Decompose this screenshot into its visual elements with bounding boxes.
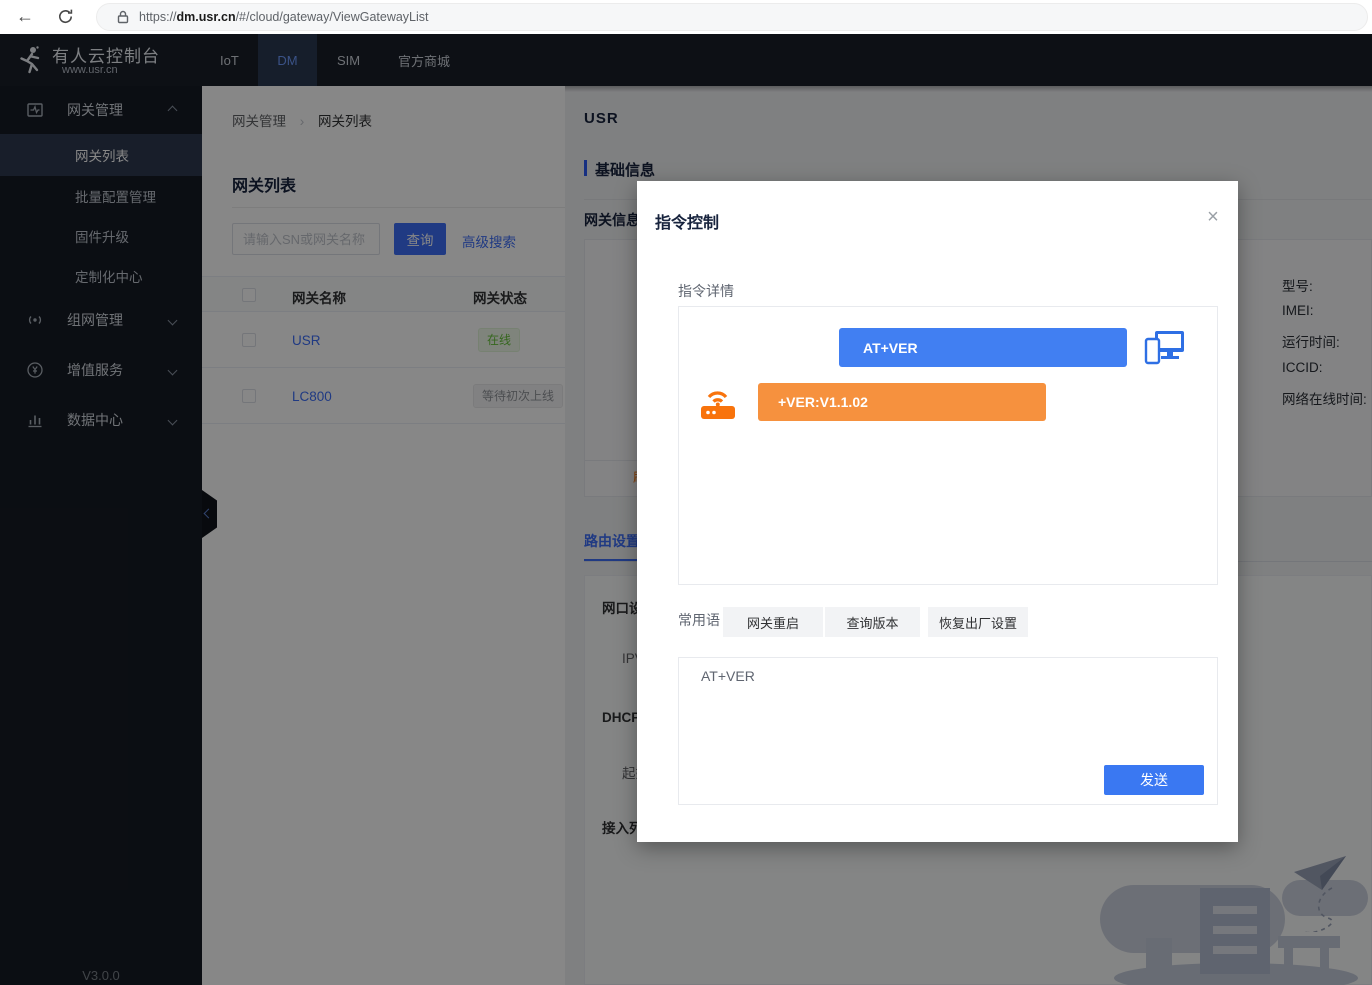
quick-phrases-label: 常用语 bbox=[678, 610, 720, 630]
refresh-icon bbox=[57, 8, 74, 25]
command-textarea[interactable]: AT+VER bbox=[679, 658, 1217, 763]
lock-icon bbox=[115, 9, 131, 25]
modal-title: 指令控制 bbox=[655, 209, 719, 233]
client-devices-icon bbox=[1144, 329, 1186, 367]
command-detail-label: 指令详情 bbox=[678, 281, 734, 301]
sent-command-bubble: AT+VER bbox=[839, 328, 1127, 367]
url-text: https://dm.usr.cn/#/cloud/gateway/ViewGa… bbox=[139, 10, 429, 24]
browser-refresh-button[interactable] bbox=[52, 3, 78, 29]
gateway-router-icon bbox=[698, 382, 738, 421]
command-control-modal: 指令控制 × 指令详情 AT+VER +VER:V1.1.02 常用语 网关重启… bbox=[637, 181, 1238, 842]
quick-button-query-version[interactable]: 查询版本 bbox=[825, 607, 920, 637]
quick-button-restart[interactable]: 网关重启 bbox=[723, 607, 823, 637]
browser-toolbar: ← https://dm.usr.cn/#/cloud/gateway/View… bbox=[0, 0, 1372, 34]
command-input-box: AT+VER 发送 bbox=[678, 657, 1218, 805]
send-button[interactable]: 发送 bbox=[1104, 765, 1204, 795]
quick-button-factory-reset[interactable]: 恢复出厂设置 bbox=[928, 607, 1028, 637]
browser-back-button[interactable]: ← bbox=[12, 3, 38, 29]
close-icon[interactable]: × bbox=[1201, 205, 1225, 229]
address-bar[interactable]: https://dm.usr.cn/#/cloud/gateway/ViewGa… bbox=[96, 3, 1368, 31]
response-bubble: +VER:V1.1.02 bbox=[758, 383, 1046, 421]
command-history-panel: AT+VER +VER:V1.1.02 bbox=[678, 306, 1218, 585]
